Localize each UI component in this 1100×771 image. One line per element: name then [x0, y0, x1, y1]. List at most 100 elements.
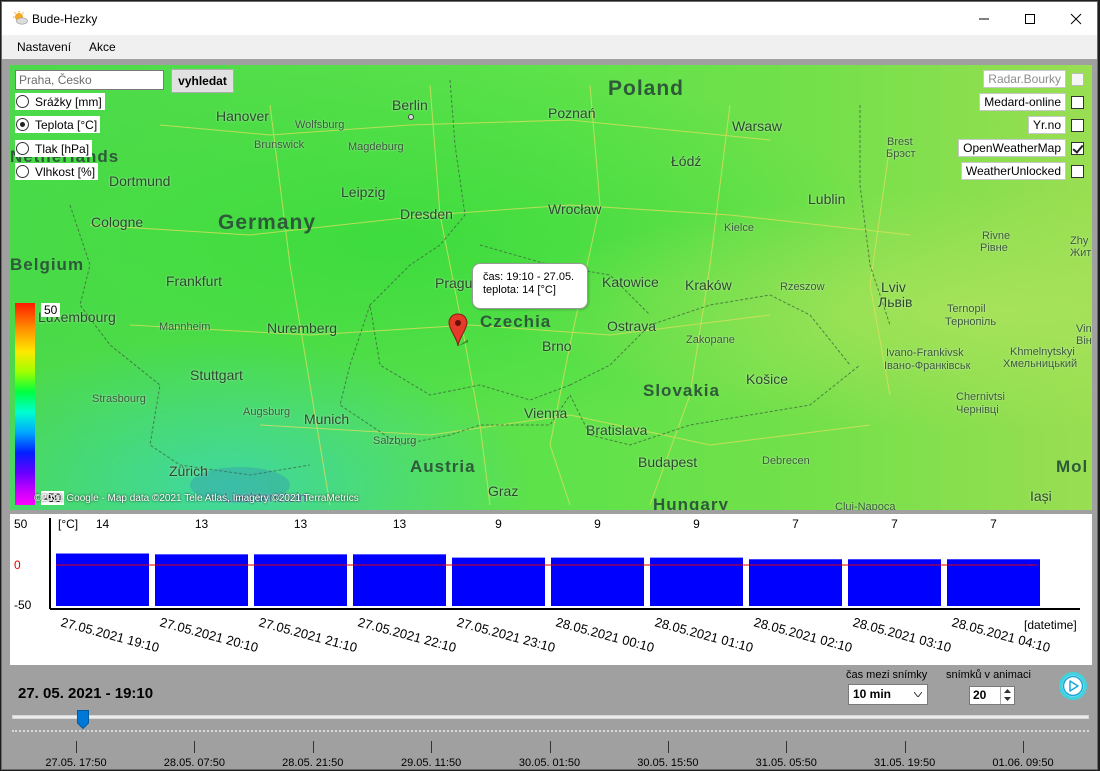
city-label: Brno	[542, 338, 572, 354]
x-tick-label: 28.05.2021 03:10	[851, 614, 953, 655]
x-tick-label: 27.05.2021 21:10	[257, 614, 359, 655]
source-checkbox[interactable]	[1071, 141, 1084, 155]
timeline-tick	[786, 741, 788, 753]
map-pin-icon[interactable]	[448, 313, 468, 347]
radio-button[interactable]	[16, 165, 29, 178]
country-label: Czechia	[480, 312, 552, 331]
city-label: Łódź	[671, 153, 702, 169]
spinner-down-button[interactable]	[1001, 695, 1014, 703]
data-label: 13	[195, 517, 209, 531]
city-label: Rzeszow	[780, 281, 825, 293]
timeline-tick	[1023, 741, 1024, 753]
timeline-tick	[76, 741, 77, 753]
frames-label: snímků v animaci	[946, 669, 1031, 681]
source-label: Radar.Bourky	[983, 70, 1066, 88]
timeline-label: 31.05. 05:50	[755, 757, 817, 769]
source-checkbox[interactable]	[1071, 95, 1084, 109]
chart-bar	[947, 559, 1040, 606]
chevron-up-icon	[1004, 689, 1011, 693]
x-tick-label: 28.05.2021 01:10	[653, 614, 755, 655]
y-tick-label: 0	[14, 558, 21, 572]
maximize-button[interactable]	[1007, 2, 1053, 35]
frames-spinner[interactable]: 20	[969, 686, 1015, 705]
timeline-label: 28.05. 21:50	[282, 757, 344, 769]
city-label: Poznań	[548, 105, 596, 121]
y-unit-label: [°C]	[58, 517, 78, 531]
timeline-label: 30.05. 15:50	[637, 757, 699, 769]
source-checkbox[interactable]	[1071, 72, 1084, 86]
layer-option-humidity[interactable]: Vlhkost [%]	[15, 163, 99, 180]
map-info-tooltip: čas: 19:10 - 27.05. teplota: 14 [°C]	[472, 263, 588, 309]
city-label: Leipzig	[341, 184, 386, 200]
data-label: 9	[594, 517, 601, 531]
title-bar: Bude-Hezky	[2, 2, 1097, 35]
city-label: Zhy	[1070, 235, 1089, 247]
play-button[interactable]	[1058, 671, 1088, 701]
weather-map[interactable]: Poland Germany Czechia Slovakia Austria …	[10, 65, 1092, 510]
city-label: Рівне	[980, 242, 1008, 254]
source-openweathermap[interactable]: OpenWeatherMap	[958, 139, 1092, 157]
city-label: Magdeburg	[348, 141, 404, 153]
city-label: Rivne	[982, 230, 1011, 242]
data-label: 9	[693, 517, 700, 531]
timeline-label: 31.05. 19:50	[874, 757, 936, 769]
city-label: Cluj-Napoca	[835, 501, 896, 510]
x-tick-label: 28.05.2021 02:10	[752, 614, 854, 655]
layer-option-pressure[interactable]: Tlak [hPa]	[15, 140, 93, 157]
city-label: Berlin	[392, 97, 428, 113]
data-label: 7	[990, 517, 997, 531]
interval-select[interactable]: 10 min	[848, 684, 928, 705]
map-attribution: ©2021 Google - Map data ©2021 Tele Atlas…	[34, 493, 359, 504]
spinner-up-button[interactable]	[1001, 687, 1014, 695]
source-label: Yr.no	[1027, 116, 1066, 134]
source-weatherunlocked[interactable]: WeatherUnlocked	[960, 162, 1092, 180]
city-label: Brunswick	[254, 139, 305, 151]
source-checkbox[interactable]	[1071, 118, 1084, 132]
minimize-button[interactable]	[961, 2, 1007, 35]
city-label: Košice	[746, 371, 789, 387]
city-label: Augsburg	[243, 406, 291, 418]
layer-option-temperature[interactable]: Teplota [°C]	[15, 116, 101, 133]
layer-option-precipitation[interactable]: Srážky [mm]	[15, 93, 105, 110]
radio-button[interactable]	[16, 95, 29, 108]
timeline-tick	[312, 741, 314, 753]
source-yr-no[interactable]: Yr.no	[1027, 116, 1092, 134]
city-label: Ternopil	[947, 303, 986, 315]
city-label: Hanover	[216, 108, 269, 124]
city-label: Nuremberg	[267, 320, 338, 336]
city-label: Dortmund	[109, 173, 171, 189]
timeline-tick	[431, 741, 433, 753]
country-label: Slovakia	[643, 381, 720, 400]
city-label: Salzburg	[373, 435, 417, 447]
country-label: Poland	[608, 77, 685, 100]
close-button[interactable]	[1053, 2, 1097, 35]
search-input[interactable]: Praha, Česko	[15, 70, 164, 90]
data-label: 13	[393, 517, 407, 531]
tooltip-temperature: teplota: 14 [°C]	[483, 284, 556, 296]
source-medard-online[interactable]: Medard-online	[979, 93, 1092, 111]
forecast-chart-panel: 50 0 -50 [°C] 14 27.05.2021 19:10 13 27.05.2021…	[10, 514, 1092, 665]
spinner-buttons	[1000, 687, 1014, 704]
timeline-tick	[549, 741, 551, 753]
time-slider-track[interactable]	[12, 715, 1089, 719]
timeline-label: 01.06. 09:50	[992, 757, 1054, 769]
radio-button[interactable]	[16, 118, 29, 131]
chart-bar	[254, 554, 347, 606]
search-button[interactable]: vyhledat	[171, 69, 234, 93]
timeline-label: 30.05. 01:50	[518, 757, 581, 769]
city-label: Івано-Франківськ	[884, 360, 971, 372]
city-label: Wrocław	[548, 201, 602, 217]
x-tick-label: 27.05.2021 23:10	[455, 614, 557, 655]
app-window: Bude-Hezky Nastavení Akce Poland Germany…	[1, 1, 1098, 770]
source-radar-bourky[interactable]: Radar.Bourky	[983, 70, 1092, 88]
source-checkbox[interactable]	[1071, 164, 1084, 178]
city-label: Ostrava	[607, 318, 657, 334]
timeline-label: 29.05. 11:50	[400, 757, 462, 769]
menu-akce[interactable]: Akce	[89, 40, 116, 54]
menu-nastaveni[interactable]: Nastavení	[17, 40, 71, 54]
city-label: Kielce	[724, 222, 754, 234]
radio-button[interactable]	[16, 142, 29, 155]
time-slider-thumb[interactable]	[77, 710, 90, 729]
city-label: Budapest	[638, 454, 698, 470]
city-label: Kraków	[685, 277, 732, 293]
